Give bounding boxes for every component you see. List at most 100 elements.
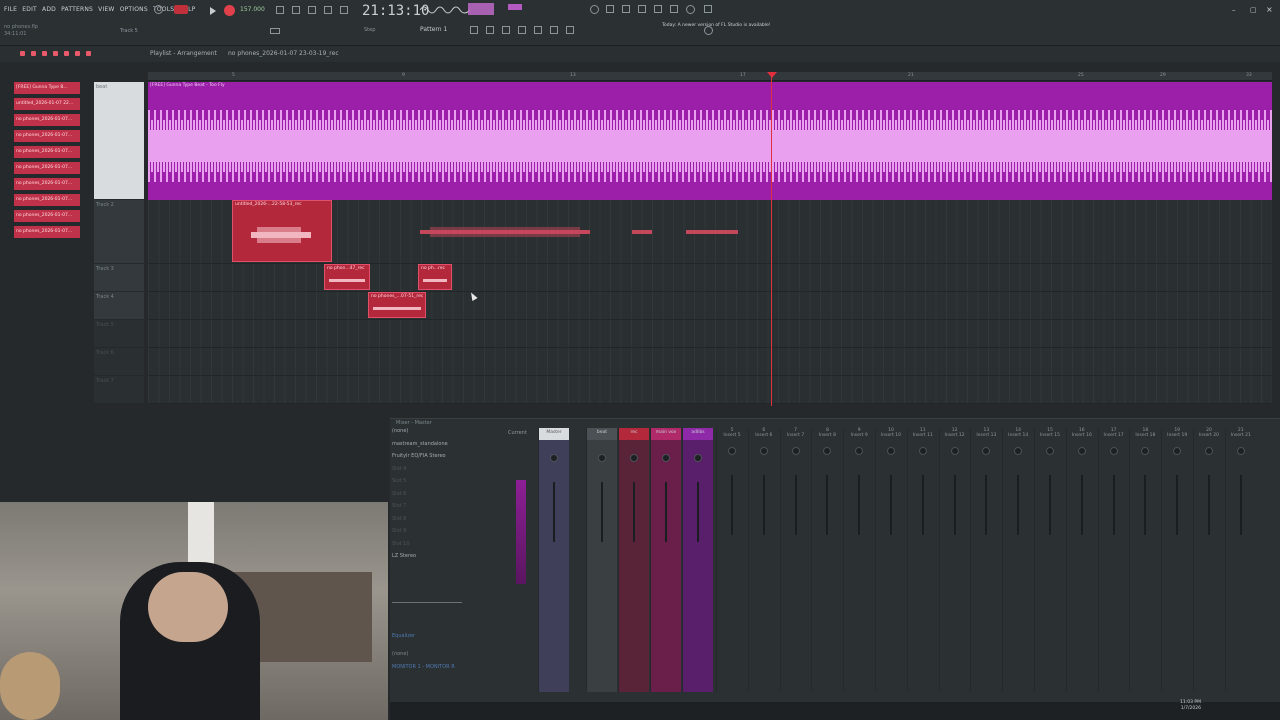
snap-selector[interactable]: Step [364,27,375,33]
track-lane-4[interactable] [148,292,1272,320]
mixer-insert-strip[interactable]: 7 Insert 7 [779,428,811,692]
pattern-item[interactable]: no phones_2026-01-07... [14,210,80,222]
pan-knob[interactable] [728,447,736,455]
volume-fader[interactable] [1017,475,1020,535]
typing-keyboard-icon[interactable] [276,6,284,14]
volume-fader[interactable] [985,475,988,535]
pan-knob[interactable] [950,447,959,455]
volume-fader[interactable] [1176,475,1179,535]
mixer-insert-strip[interactable]: 8 Insert 8 [811,428,842,692]
maximize-button[interactable]: ▢ [1250,6,1257,14]
mixer-insert-strip[interactable]: 9 Insert 9 [843,428,874,692]
record-button[interactable] [224,5,235,16]
effect-slot[interactable]: LZ Stereo [392,553,500,566]
channel-rack-icon[interactable] [470,26,478,34]
pan-knob[interactable] [630,454,638,462]
mixer-insert-strip[interactable]: 10 Insert 10 [875,428,906,692]
paint-tool-icon[interactable] [31,51,36,56]
effect-slot[interactable]: Slot 8 [392,516,500,529]
track-header-4[interactable]: Track 4 [94,292,144,320]
delete-tool-icon[interactable] [42,51,47,56]
track-header-7[interactable]: Track 7 [94,376,144,404]
snap-icon[interactable] [270,28,280,34]
audio-clip-beat[interactable]: [FREE] Gunna Type Beat - Too Fly [148,82,1272,200]
input-selector[interactable]: (none) [392,651,500,664]
pan-knob[interactable] [982,447,991,455]
mixer-insert-strip[interactable]: 14 Insert 14 [1002,428,1033,692]
effect-slot[interactable]: Slot 4 [392,466,500,479]
metronome-icon[interactable] [154,5,163,14]
pan-knob[interactable] [1205,447,1213,455]
chat-icon[interactable] [686,5,695,14]
timeline-ruler[interactable] [148,72,1272,81]
track-header-6[interactable]: Track 6 [94,348,144,376]
arrangement-name[interactable]: no phones_2026-01-07 23-03-19_rec [228,50,339,57]
effect-slot[interactable]: (none) [392,428,500,441]
pan-knob[interactable] [1077,447,1086,455]
volume-fader[interactable] [858,475,861,535]
track-header-2[interactable]: Track 2 [94,200,144,264]
effect-slot[interactable]: Slot 10 [392,541,500,554]
volume-fader[interactable] [731,475,733,535]
update-notice[interactable]: Today: A newer version of FL Studio is a… [662,23,771,29]
draw-tool-icon[interactable] [20,51,25,56]
pattern-item[interactable]: no phones_2026-01-07... [14,226,80,238]
export-icon[interactable] [670,5,678,13]
pattern-item[interactable]: [FREE] Gunna Type B... [14,82,80,94]
save-icon[interactable] [654,5,662,13]
pan-knob[interactable] [1141,447,1150,455]
track-header-5[interactable]: Track 5 [94,320,144,348]
mute-tool-icon[interactable] [53,51,58,56]
audio-clip-track3-a[interactable]: no phon...47_rec [324,264,370,290]
volume-fader[interactable] [1239,475,1242,535]
zoom-tool-icon[interactable] [86,51,91,56]
track-lane-7[interactable] [148,376,1272,404]
effect-slot[interactable]: Slot 6 [392,491,500,504]
pan-knob[interactable] [1236,447,1245,455]
pattern-item[interactable]: no phones_2026-01-07... [14,130,80,142]
volume-fader[interactable] [890,475,892,535]
playlist-icon[interactable] [518,26,526,34]
pan-knob[interactable] [550,454,558,462]
countdown-icon[interactable] [340,6,348,14]
pan-knob[interactable] [694,454,702,462]
volume-fader[interactable] [762,475,765,535]
pan-knob[interactable] [791,447,800,455]
mixer-strip-rec[interactable]: rec [618,428,649,692]
pan-knob[interactable] [823,447,832,455]
pattern-item[interactable]: no phones_2026-01-07... [14,146,80,158]
pattern-item[interactable]: untitled_2026-01-07 22... [14,98,80,110]
effect-slot[interactable]: FruityIr EQ/FIA Stereo [392,453,500,466]
effect-slot[interactable]: mastream_standalone [392,441,500,454]
select-tool-icon[interactable] [75,51,80,56]
menu-edit[interactable]: EDIT [22,6,37,13]
mixer-insert-strip[interactable]: 6 Insert 6 [747,428,779,692]
output-selector[interactable]: MONITOR 1 - MONITOR R [392,664,500,677]
volume-fader[interactable] [953,475,956,535]
volume-fader[interactable] [794,475,797,535]
volume-fader[interactable] [665,482,667,542]
effect-slot[interactable]: Slot 5 [392,478,500,491]
pan-knob[interactable] [662,454,670,462]
mic-icon[interactable] [622,5,630,13]
track-header-1[interactable]: beat [94,82,144,200]
plugin-picker-icon[interactable] [534,26,542,34]
audio-clip-track2[interactable]: untitled_2026-...22-58-53_rec [232,200,332,262]
pattern-song-toggle[interactable] [174,5,188,14]
volume-fader[interactable] [697,482,699,542]
playhead-marker[interactable] [767,72,777,78]
volume-fader[interactable] [601,482,603,542]
piano-roll-icon[interactable] [486,26,494,34]
volume-fader[interactable] [921,475,924,535]
pan-knob[interactable] [1046,447,1054,455]
playhead-line[interactable] [771,72,772,406]
download-icon[interactable] [638,5,646,13]
mixer-insert-strip[interactable]: 12 Insert 12 [938,428,970,692]
mixer-strip-master[interactable]: Master [538,428,569,692]
track-header-3[interactable]: Track 3 [94,264,144,292]
pan-knob[interactable] [759,447,768,455]
volume-fader[interactable] [633,482,635,542]
step-edit-icon[interactable] [308,6,316,14]
track-lane-5[interactable] [148,320,1272,348]
pan-knob[interactable] [918,447,927,455]
